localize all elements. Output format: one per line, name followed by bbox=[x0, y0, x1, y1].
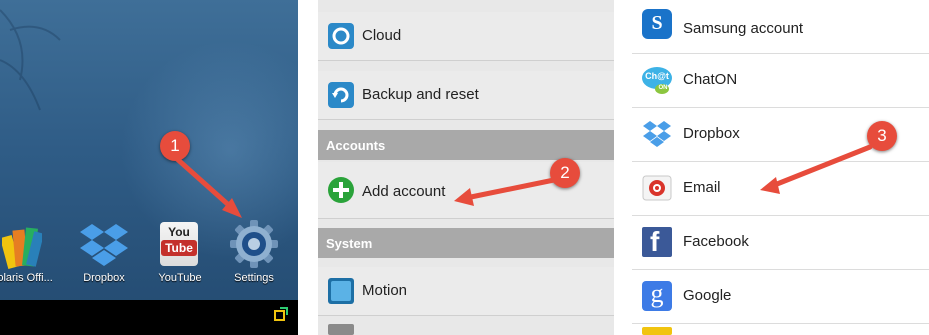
account-type-samsung[interactable]: S Samsung account bbox=[632, 0, 929, 54]
chaton-logo-top: Ch@t bbox=[645, 71, 669, 81]
settings-screen: Cloud Backup and reset Accounts Add acco… bbox=[318, 0, 614, 335]
dock-label-settings: Settings bbox=[234, 272, 274, 284]
account-type-email-label: Email bbox=[683, 179, 721, 196]
youtube-logo-bottom: Tube bbox=[161, 240, 197, 256]
account-type-samsung-label: Samsung account bbox=[683, 20, 804, 37]
wallpaper-branch-decoration bbox=[0, 9, 61, 111]
dock-label-polaris-office: Polaris Offi... bbox=[0, 272, 53, 284]
plus-icon bbox=[328, 177, 354, 203]
settings-item-cloud-label: Cloud bbox=[362, 27, 402, 44]
account-type-facebook-label: Facebook bbox=[683, 233, 749, 250]
navigation-bar bbox=[0, 300, 298, 335]
settings-item-cloud[interactable]: Cloud bbox=[318, 12, 614, 61]
step-badge-3: 3 bbox=[867, 121, 897, 151]
motion-icon bbox=[328, 278, 354, 304]
dock-label-youtube: YouTube bbox=[158, 272, 202, 284]
step-badge-1: 1 bbox=[160, 131, 190, 161]
account-type-google[interactable]: g Google bbox=[632, 270, 929, 324]
next-settings-item-partial bbox=[328, 324, 354, 335]
dropbox-icon bbox=[80, 224, 128, 266]
youtube-icon: You Tube bbox=[160, 222, 198, 266]
backup-icon bbox=[328, 82, 354, 108]
settings-item-backup-label: Backup and reset bbox=[362, 86, 479, 103]
section-header-accounts: Accounts bbox=[318, 130, 614, 160]
account-type-google-label: Google bbox=[683, 287, 732, 304]
section-header-system: System bbox=[318, 228, 614, 258]
account-type-chaton[interactable]: Ch@t ON ChatON bbox=[632, 54, 929, 108]
add-account-screen: S Samsung account Ch@t ON ChatON Dropbox… bbox=[632, 0, 929, 335]
samsung-logo-letter: S bbox=[651, 12, 663, 34]
account-type-facebook[interactable]: f Facebook bbox=[632, 216, 929, 270]
section-header-system-label: System bbox=[326, 236, 373, 251]
recent-apps-icon[interactable] bbox=[274, 307, 288, 321]
settings-item-motion-label: Motion bbox=[362, 282, 408, 299]
step-badge-2: 2 bbox=[550, 158, 580, 188]
home-screen: Polaris Offi... Dropbox You Tube YouTube bbox=[0, 0, 298, 335]
google-logo-letter: g bbox=[650, 279, 664, 308]
dock-label-dropbox: Dropbox bbox=[83, 272, 125, 284]
cloud-icon bbox=[328, 23, 354, 49]
youtube-logo-top: You bbox=[168, 225, 190, 239]
section-header-accounts-label: Accounts bbox=[326, 138, 386, 153]
chaton-logo-bottom: ON bbox=[658, 85, 668, 91]
account-type-dropbox-label: Dropbox bbox=[683, 125, 740, 142]
dropbox-icon bbox=[643, 121, 671, 147]
email-icon bbox=[642, 175, 672, 201]
next-account-type-partial bbox=[642, 327, 672, 335]
settings-gear-icon bbox=[230, 220, 278, 268]
settings-item-backup-and-reset[interactable]: Backup and reset bbox=[318, 71, 614, 120]
settings-item-motion[interactable]: Motion bbox=[318, 267, 614, 316]
facebook-logo-letter: f bbox=[650, 226, 660, 257]
polaris-office-icon bbox=[2, 227, 42, 270]
settings-item-add-account-label: Add account bbox=[362, 183, 446, 200]
account-type-email[interactable]: Email bbox=[632, 162, 929, 216]
account-type-chaton-label: ChatON bbox=[683, 71, 738, 88]
